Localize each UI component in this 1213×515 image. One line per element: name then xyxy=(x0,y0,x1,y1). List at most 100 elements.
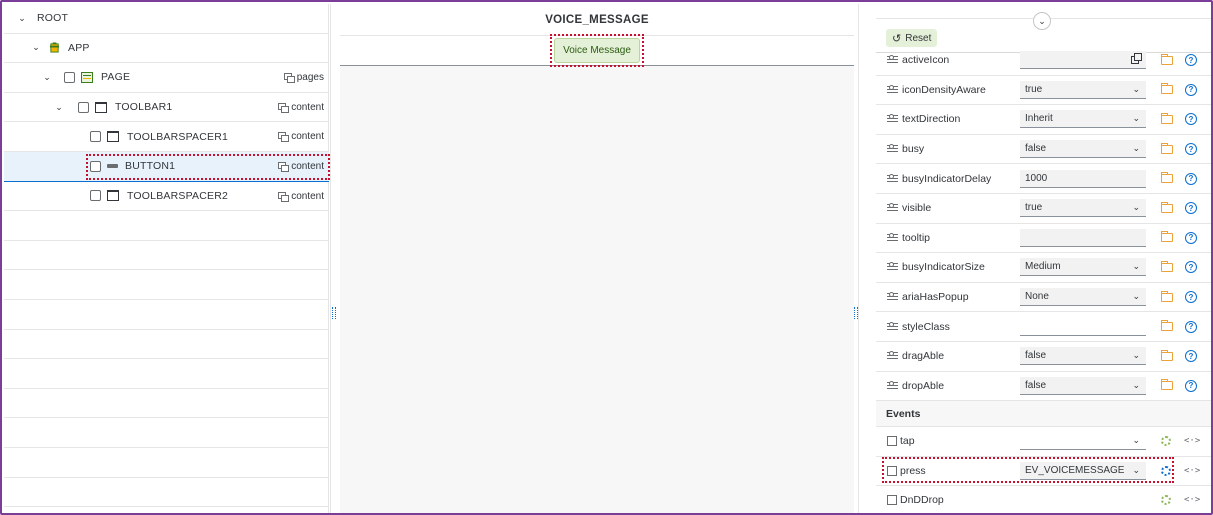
folder-icon[interactable] xyxy=(1161,83,1173,95)
help-icon[interactable]: ? xyxy=(1185,83,1197,96)
help-icon[interactable]: ? xyxy=(1185,202,1197,215)
property-select[interactable]: false ⌄ xyxy=(1020,376,1146,395)
chevron-down-icon[interactable]: ⌄ xyxy=(1132,143,1140,154)
aggregation-label: content xyxy=(278,131,324,143)
chevron-down-icon[interactable]: ⌄ xyxy=(1132,291,1140,302)
property-icon xyxy=(887,351,898,361)
property-select[interactable]: None ⌄ xyxy=(1020,288,1146,307)
chevron-down-icon[interactable]: ⌄ xyxy=(1132,350,1140,361)
aggregation-label: content xyxy=(278,191,324,202)
property-select[interactable]: true ⌄ xyxy=(1020,80,1146,99)
chevron-down-icon[interactable]: ⌄ xyxy=(17,13,27,24)
select-checkbox[interactable] xyxy=(64,71,75,83)
help-icon[interactable]: ? xyxy=(1185,291,1197,304)
help-icon[interactable]: ? xyxy=(1185,172,1197,185)
chevron-down-icon[interactable]: ⌄ xyxy=(31,42,41,53)
tree-row-button1[interactable]: BUTTON1 content xyxy=(4,152,329,182)
help-icon[interactable]: ? xyxy=(1185,379,1197,392)
help-icon[interactable]: ? xyxy=(1185,320,1197,333)
event-checkbox[interactable] xyxy=(887,436,897,447)
folder-icon[interactable] xyxy=(1161,53,1173,65)
folder-icon[interactable] xyxy=(1161,231,1173,243)
value-help-icon[interactable] xyxy=(1131,53,1142,65)
property-select[interactable]: true ⌄ xyxy=(1020,199,1146,218)
chevron-down-icon[interactable]: ⌄ xyxy=(1132,113,1140,124)
event-name: press xyxy=(900,464,926,477)
reset-button[interactable]: ↺ Reset xyxy=(886,29,938,47)
property-icon xyxy=(887,114,898,124)
property-value: Inherit xyxy=(1025,113,1053,125)
event-checkbox[interactable] xyxy=(887,495,897,506)
folder-icon[interactable] xyxy=(1161,290,1173,302)
tree-row-empty xyxy=(4,389,329,419)
event-select[interactable]: EV_VOICEMESSAGE ⌄ xyxy=(1020,461,1146,480)
chevron-down-icon[interactable]: ⌄ xyxy=(1132,261,1140,272)
property-input[interactable]: 1000 xyxy=(1020,169,1146,188)
gear-icon[interactable] xyxy=(1161,436,1171,447)
chevron-down-icon[interactable]: ⌄ xyxy=(1033,12,1051,30)
help-icon[interactable]: ? xyxy=(1185,113,1197,126)
canvas-toolbar: Voice Message xyxy=(340,34,854,67)
help-icon[interactable]: ? xyxy=(1185,261,1197,274)
property-select[interactable]: Inherit ⌄ xyxy=(1020,110,1146,129)
code-icon[interactable]: <·> xyxy=(1184,436,1200,446)
property-icon xyxy=(887,173,898,184)
folder-icon[interactable] xyxy=(1161,260,1173,272)
code-icon[interactable]: <·> xyxy=(1184,466,1200,476)
property-value: true xyxy=(1025,83,1043,95)
folder-icon[interactable] xyxy=(1161,320,1173,332)
select-checkbox[interactable] xyxy=(90,131,101,143)
gear-icon[interactable] xyxy=(1161,465,1171,476)
property-icon xyxy=(887,292,898,302)
property-input[interactable] xyxy=(1020,228,1146,247)
splitter-handle[interactable] xyxy=(332,307,336,319)
help-icon[interactable]: ? xyxy=(1185,143,1197,156)
tree-row-page[interactable]: ⌄ PAGE pages xyxy=(4,63,329,93)
property-input[interactable] xyxy=(1020,317,1146,336)
property-select[interactable]: false ⌄ xyxy=(1020,140,1146,159)
folder-icon[interactable] xyxy=(1161,379,1173,391)
code-icon[interactable]: <·> xyxy=(1184,495,1200,505)
tree-row-empty xyxy=(4,270,329,300)
property-select[interactable]: false ⌄ xyxy=(1020,347,1146,366)
chevron-down-icon[interactable]: ⌄ xyxy=(1132,202,1140,213)
splitter-handle[interactable] xyxy=(854,307,858,319)
chevron-down-icon[interactable]: ⌄ xyxy=(1132,380,1140,391)
property-input[interactable] xyxy=(1020,51,1146,70)
voice-message-button[interactable]: Voice Message xyxy=(554,38,640,63)
select-checkbox[interactable] xyxy=(78,101,89,113)
app-icon xyxy=(49,42,60,53)
folder-icon[interactable] xyxy=(1161,112,1173,124)
tree-row-empty xyxy=(4,300,329,330)
property-name: styleClass xyxy=(902,320,950,333)
property-row-dropable: dropAble false ⌄ ? xyxy=(876,372,1211,402)
tree-row-toolbar1[interactable]: ⌄ TOOLBAR1 content xyxy=(4,93,329,123)
event-select[interactable]: ⌄ xyxy=(1020,432,1146,451)
tree-row-toolbarspacer2[interactable]: TOOLBARSPACER2 content xyxy=(4,182,329,212)
select-checkbox[interactable] xyxy=(90,190,101,202)
property-name: busy xyxy=(902,143,925,156)
tree-node-label: TOOLBARSPACER1 xyxy=(127,130,229,143)
tree-row-app[interactable]: ⌄ APP xyxy=(4,34,329,64)
folder-icon[interactable] xyxy=(1161,201,1173,213)
gear-icon[interactable] xyxy=(1161,495,1171,506)
folder-icon[interactable] xyxy=(1161,172,1173,184)
chevron-down-icon[interactable]: ⌄ xyxy=(1132,435,1140,446)
help-icon[interactable]: ? xyxy=(1185,350,1197,363)
chevron-down-icon[interactable]: ⌄ xyxy=(1132,465,1140,476)
property-select[interactable]: Medium ⌄ xyxy=(1020,258,1146,277)
aggregation-icon xyxy=(278,191,290,202)
help-icon[interactable]: ? xyxy=(1185,54,1197,67)
folder-icon[interactable] xyxy=(1161,349,1173,361)
folder-icon[interactable] xyxy=(1161,142,1173,154)
tree-row-toolbarspacer1[interactable]: TOOLBARSPACER1 content xyxy=(4,122,329,152)
chevron-down-icon[interactable]: ⌄ xyxy=(1132,84,1140,95)
property-value: Medium xyxy=(1025,261,1061,273)
tree-node-label: ROOT xyxy=(37,12,69,25)
chevron-down-icon[interactable]: ⌄ xyxy=(54,102,64,113)
select-checkbox[interactable] xyxy=(90,160,101,172)
tree-row-root[interactable]: ⌄ ROOT xyxy=(4,4,329,34)
chevron-down-icon[interactable]: ⌄ xyxy=(42,72,52,83)
help-icon[interactable]: ? xyxy=(1185,231,1197,244)
event-checkbox[interactable] xyxy=(887,465,897,476)
